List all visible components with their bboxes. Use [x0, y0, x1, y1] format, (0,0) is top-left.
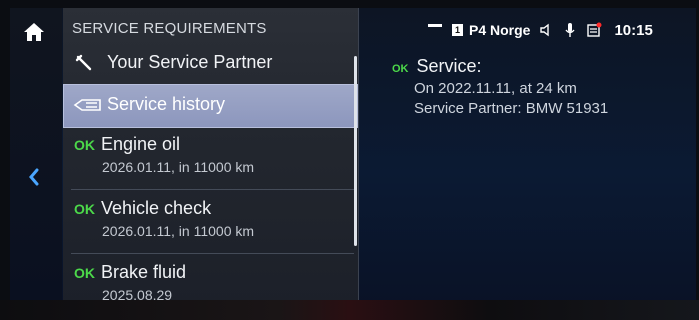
page-title: SERVICE REQUIREMENTS: [72, 20, 267, 37]
menu-item-vehicle-check[interactable]: OK Vehicle check 2026.01.11, in 11000 km: [63, 198, 358, 239]
menu-item-label: Your Service Partner: [107, 52, 273, 72]
menu-item-engine-oil[interactable]: OK Engine oil 2026.01.11, in 11000 km: [63, 134, 358, 175]
service-booklet-icon: [73, 98, 101, 111]
menu-item-label: Engine oil: [101, 134, 181, 154]
speaker-icon: [540, 23, 550, 37]
home-icon[interactable]: [23, 21, 45, 43]
divider: [71, 253, 354, 254]
ok-status-badge: OK: [392, 63, 409, 75]
menu-item-label: Vehicle check: [101, 198, 212, 218]
menu-item-sublabel: 2026.01.11, in 11000 km: [102, 159, 255, 175]
ok-status-badge: OK: [74, 201, 95, 217]
menu-item-label: Service history: [107, 94, 226, 114]
menu-scrollbar[interactable]: [354, 56, 357, 246]
signal-dash-icon: [428, 23, 442, 27]
menu-item-brake-fluid[interactable]: OK Brake fluid 2025.08.29: [63, 262, 358, 303]
detail-title-row: OK Service:: [392, 56, 608, 77]
bottom-bezel: [0, 300, 699, 320]
radio-station: P4 Norge: [469, 22, 531, 38]
service-detail-panel: OK Service: On 2022.11.11, at 24 km Serv…: [392, 56, 608, 117]
ok-status-badge: OK: [74, 265, 95, 281]
microphone-icon: [565, 23, 576, 37]
ok-status-badge: OK: [74, 137, 95, 153]
detail-partner-line: Service Partner: BMW 51931: [414, 100, 609, 117]
detail-title: Service:: [416, 56, 482, 76]
message-notification-icon: [587, 22, 602, 37]
wrench-icon: [75, 54, 92, 70]
menu-item-service-partner[interactable]: Your Service Partner: [63, 44, 358, 84]
menu-item-sublabel: 2026.01.11, in 11000 km: [102, 223, 255, 239]
status-bar: 1 P4 Norge 10:15: [428, 18, 696, 42]
radio-preset-badge: 1: [452, 24, 463, 36]
service-menu: SERVICE REQUIREMENTS Your Service Partne…: [63, 8, 359, 308]
menu-item-label: Brake fluid: [101, 262, 187, 282]
idrive-screen: SERVICE REQUIREMENTS Your Service Partne…: [10, 8, 696, 308]
menu-item-service-history[interactable]: Service history: [63, 84, 358, 128]
clock: 10:15: [614, 21, 653, 39]
divider: [71, 189, 354, 190]
left-rail: [10, 8, 62, 308]
back-chevron-icon[interactable]: [26, 166, 42, 188]
detail-date-line: On 2022.11.11, at 24 km: [414, 80, 577, 97]
